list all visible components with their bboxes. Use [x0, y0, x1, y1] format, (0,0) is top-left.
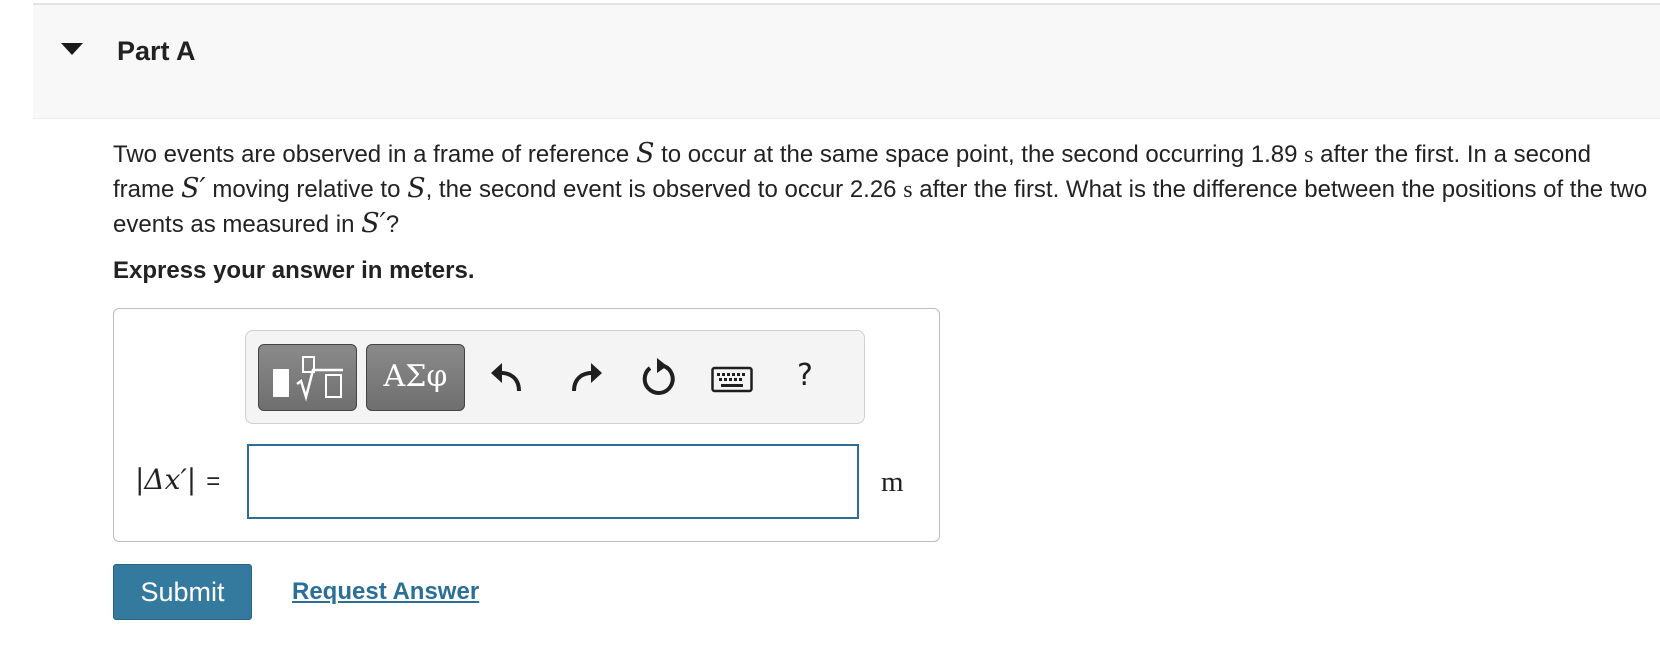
greek-label: ΑΣφ	[383, 359, 448, 394]
answer-instruction: Express your answer in meters.	[113, 257, 475, 284]
answer-input[interactable]	[247, 444, 859, 519]
question-text: Two events are observed in a frame of re…	[113, 138, 1648, 239]
math-S-prime: S′	[361, 208, 386, 239]
submit-button[interactable]: Submit	[113, 564, 252, 620]
redo-icon[interactable]	[565, 352, 605, 402]
undo-icon[interactable]	[488, 352, 528, 402]
help-button[interactable]: ?	[797, 358, 813, 393]
reset-icon[interactable]	[637, 352, 681, 402]
math-S-prime: S′	[181, 173, 206, 204]
request-answer-link[interactable]: Request Answer	[292, 578, 479, 606]
unit-seconds: s	[903, 177, 913, 203]
unit-seconds: s	[1304, 142, 1314, 168]
answer-label: |Δx′| =	[135, 463, 220, 496]
equals-sign: =	[206, 468, 221, 495]
answer-variable: |Δx′|	[135, 463, 197, 496]
answer-unit: m	[881, 466, 904, 498]
templates-button[interactable]	[258, 344, 357, 411]
math-S: S	[407, 173, 426, 204]
keyboard-icon[interactable]	[711, 366, 753, 394]
part-header[interactable]	[33, 5, 1660, 119]
collapse-caret-icon[interactable]	[61, 43, 83, 55]
math-S: S	[635, 138, 655, 169]
fraction-sqrt-icon	[273, 356, 343, 402]
greek-symbols-button[interactable]: ΑΣφ	[366, 344, 465, 411]
part-title: Part A	[117, 36, 196, 66]
